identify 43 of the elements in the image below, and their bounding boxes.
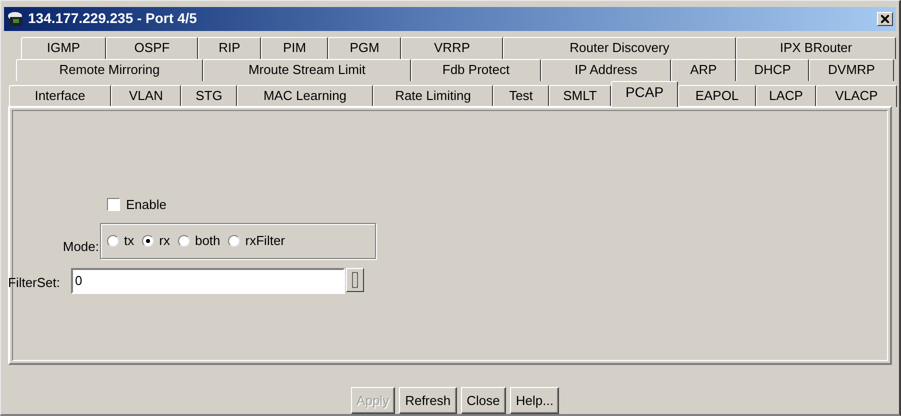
tab[interactable]: VLAN <box>111 84 181 107</box>
tab[interactable]: SMLT <box>549 84 611 107</box>
tab[interactable]: IGMP <box>21 36 106 59</box>
dialog-button[interactable]: Help... <box>510 387 560 414</box>
enable-checkbox[interactable]: Enable <box>107 194 166 214</box>
mode-radio[interactable]: rxFilter <box>228 230 285 250</box>
tab[interactable]: STG <box>181 84 237 107</box>
tab[interactable]: DVMRP <box>809 58 894 81</box>
tab[interactable]: PCAP <box>611 80 678 107</box>
tab[interactable]: Router Discovery <box>503 36 736 59</box>
mode-radio[interactable]: both <box>178 230 220 250</box>
dialog-button[interactable]: Close <box>460 387 506 414</box>
close-button[interactable] <box>877 12 893 26</box>
tab[interactable]: Interface <box>9 84 111 107</box>
tab[interactable]: EAPOL <box>678 84 756 107</box>
ellipsis-icon <box>352 272 358 288</box>
tab[interactable]: PGM <box>328 36 401 59</box>
mode-radio[interactable]: tx <box>107 230 134 250</box>
tab[interactable]: IP Address <box>541 58 671 81</box>
tab[interactable]: RIP <box>198 36 261 59</box>
tab[interactable]: MAC Learning <box>237 84 373 107</box>
close-icon <box>881 14 889 23</box>
tab[interactable]: OSPF <box>106 36 198 59</box>
tab[interactable]: VRRP <box>401 36 503 59</box>
tab[interactable]: Remote Mirroring <box>16 58 203 81</box>
tab[interactable]: Fdb Protect <box>411 58 541 81</box>
filter-set-label: FilterSet: <box>8 274 60 292</box>
mode-radio[interactable]: rx <box>142 230 170 250</box>
tab[interactable]: LACP <box>756 84 816 107</box>
filter-set-field[interactable]: 0 <box>71 268 345 294</box>
browse-button[interactable] <box>346 268 364 292</box>
tab[interactable]: IPX BRouter <box>736 36 896 59</box>
tab[interactable]: Test <box>493 84 549 107</box>
tab[interactable]: VLACP <box>816 84 897 107</box>
mode-label: Mode: <box>62 238 99 256</box>
dialog-button[interactable]: Refresh <box>399 387 457 414</box>
tab[interactable]: Mroute Stream Limit <box>203 58 411 81</box>
tab[interactable]: ARP <box>671 58 736 81</box>
device-icon <box>7 10 25 27</box>
tab[interactable]: DHCP <box>736 58 809 81</box>
window-title: 134.177.229.235 - Port 4/5 <box>28 9 197 28</box>
tab[interactable]: PIM <box>261 36 328 59</box>
tab[interactable]: Rate Limiting <box>373 84 493 107</box>
